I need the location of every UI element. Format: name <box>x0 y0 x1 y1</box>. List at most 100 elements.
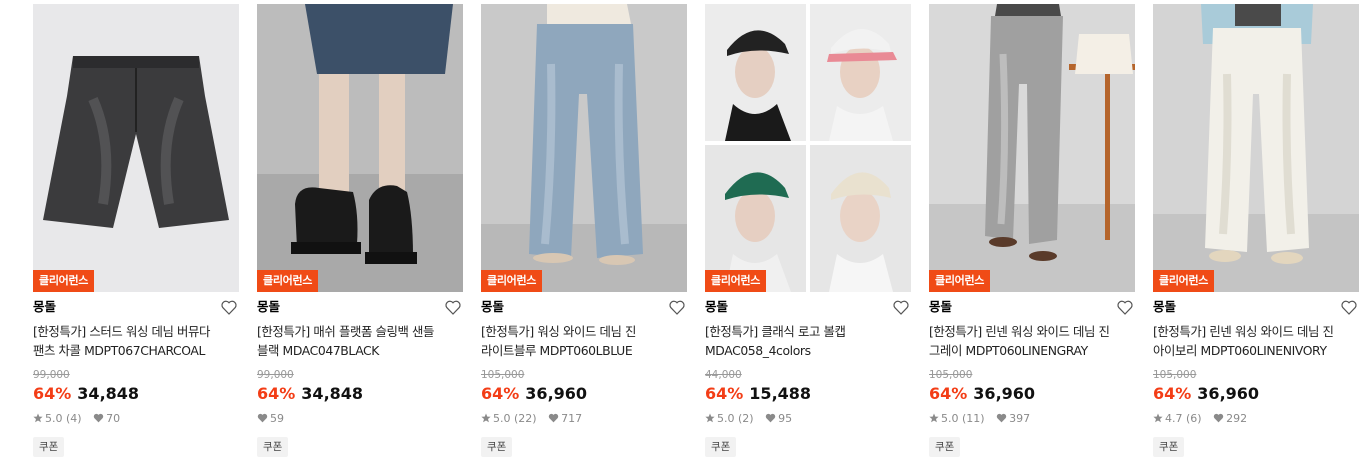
star-icon <box>929 413 939 423</box>
heart-icon[interactable] <box>445 300 461 315</box>
rating: 5.0 (2) <box>717 412 754 425</box>
product-name[interactable]: [한정특가] 매쉬 플랫폼 슬링백 샌들 블랙 MDAC047BLACK <box>257 322 463 360</box>
product-name-line2: 그레이 MDPT060LINENGRAY <box>929 343 1088 358</box>
like-count: 95 <box>778 412 793 425</box>
star-icon <box>1153 413 1163 423</box>
coupon-tag: 쿠폰 <box>705 437 737 457</box>
review-stats: 5.0 (11) 397 <box>929 411 1135 427</box>
review-stats: 4.7 (6) 292 <box>1153 411 1359 427</box>
review-stats: 5.0 (2) 95 <box>705 411 911 427</box>
product-name-line2: 라이트블루 MDPT060LBLUE <box>481 343 633 358</box>
product-image[interactable]: 클리어런스 <box>929 4 1135 292</box>
product-name-line1: [한정특가] 린넨 워싱 와이드 데님 진 <box>929 324 1110 339</box>
original-price: 44,000 <box>705 369 742 381</box>
brand-name[interactable]: 몽돌 <box>481 296 687 318</box>
brand-name[interactable]: 몽돌 <box>1153 296 1359 318</box>
product-name-line1: [한정특가] 린넨 워싱 와이드 데님 진 <box>1153 324 1334 339</box>
rating: 5.0 (22) <box>493 412 537 425</box>
like-count: 397 <box>1009 412 1031 425</box>
heart-icon[interactable] <box>1341 300 1357 315</box>
product-name-line1: [한정특가] 클래식 로고 볼캡 <box>705 324 846 339</box>
product-name[interactable]: [한정특가] 린넨 워싱 와이드 데님 진 아이보리 MDPT060LINENI… <box>1153 322 1359 360</box>
sale-price: 15,488 <box>749 384 812 403</box>
product-image[interactable]: 클리어런스 <box>1153 4 1359 292</box>
brand-name[interactable]: 몽돌 <box>33 296 239 318</box>
heart-icon[interactable] <box>669 300 685 315</box>
heart-filled-icon <box>996 413 1007 423</box>
logo-ball-caps-image <box>705 4 911 292</box>
product-image[interactable]: 클리어런스 <box>257 4 463 292</box>
star-icon <box>705 413 715 423</box>
product-card[interactable]: 클리어런스 몽돌 [한정특가] 매쉬 플랫폼 슬링백 샌들 블랙 MDAC047… <box>257 4 463 457</box>
product-name-line2: MDAC058_4colors <box>705 343 811 358</box>
product-name[interactable]: [한정특가] 스터드 워싱 데님 버뮤다 팬츠 차콜 MDPT067CHARCO… <box>33 322 239 360</box>
star-icon <box>33 413 43 423</box>
coupon-tag: 쿠폰 <box>33 437 65 457</box>
sale-price: 34,848 <box>77 384 140 403</box>
discount-rate: 64% <box>705 384 744 403</box>
product-card[interactable]: 클리어런스 몽돌 [한정특가] 린넨 워싱 와이드 데님 진 그레이 MDPT0… <box>929 4 1135 457</box>
heart-filled-icon <box>93 413 104 423</box>
like-count: 717 <box>561 412 583 425</box>
product-name-line2: 아이보리 MDPT060LINENIVORY <box>1153 343 1327 358</box>
product-name[interactable]: [한정특가] 린넨 워싱 와이드 데님 진 그레이 MDPT060LINENGR… <box>929 322 1135 360</box>
original-price: 99,000 <box>257 369 294 381</box>
product-grid: 클리어런스 몽돌 [한정특가] 스터드 워싱 데님 버뮤다 팬츠 차콜 MDPT… <box>0 0 1370 476</box>
discount-rate: 64% <box>929 384 968 403</box>
coupon-tag: 쿠폰 <box>481 437 513 457</box>
heart-icon[interactable] <box>221 300 237 315</box>
rating: 4.7 (6) <box>1165 412 1202 425</box>
rating: 5.0 (4) <box>45 412 82 425</box>
heart-filled-icon <box>1213 413 1224 423</box>
black-platform-sandals-image <box>257 4 463 292</box>
product-image[interactable]: 클리어런스 <box>481 4 687 292</box>
clearance-badge: 클리어런스 <box>481 270 543 292</box>
sale-price: 36,960 <box>1197 384 1260 403</box>
charcoal-denim-shorts-image <box>33 4 239 292</box>
gray-wide-jeans-image <box>929 4 1135 292</box>
product-card[interactable]: 클리어런스 몽돌 [한정특가] 린넨 워싱 와이드 데님 진 아이보리 MDPT… <box>1153 4 1359 457</box>
clearance-badge: 클리어런스 <box>929 270 991 292</box>
heart-filled-icon <box>257 413 268 423</box>
product-card[interactable]: 클리어런스 몽돌 [한정특가] 스터드 워싱 데님 버뮤다 팬츠 차콜 MDPT… <box>33 4 239 457</box>
discount-rate: 64% <box>33 384 72 403</box>
product-name-line1: [한정특가] 매쉬 플랫폼 슬링백 샌들 <box>257 324 435 339</box>
sale-price: 36,960 <box>525 384 588 403</box>
review-stats: 5.0 (22) 717 <box>481 411 687 427</box>
product-name-line2: 블랙 MDAC047BLACK <box>257 343 380 358</box>
product-image[interactable]: 클리어런스 <box>33 4 239 292</box>
coupon-tag: 쿠폰 <box>929 437 961 457</box>
product-image[interactable]: 클리어런스 <box>705 4 911 292</box>
product-card[interactable]: 클리어런스 몽돌 [한정특가] 워싱 와이드 데님 진 라이트블루 MDPT06… <box>481 4 687 457</box>
coupon-tag: 쿠폰 <box>1153 437 1185 457</box>
brand-name[interactable]: 몽돌 <box>705 296 911 318</box>
heart-filled-icon <box>548 413 559 423</box>
brand-name[interactable]: 몽돌 <box>257 296 463 318</box>
original-price: 99,000 <box>33 369 70 381</box>
product-name-line1: [한정특가] 워싱 와이드 데님 진 <box>481 324 637 339</box>
discount-rate: 64% <box>257 384 296 403</box>
ivory-wide-jeans-image <box>1153 4 1359 292</box>
clearance-badge: 클리어런스 <box>1153 270 1215 292</box>
original-price: 105,000 <box>481 369 525 381</box>
heart-filled-icon <box>765 413 776 423</box>
heart-icon[interactable] <box>1117 300 1133 315</box>
rating: 5.0 (11) <box>941 412 985 425</box>
product-card[interactable]: 클리어런스 몽돌 [한정특가] 클래식 로고 볼캡 MDAC058_4color… <box>705 4 911 457</box>
like-count: 70 <box>106 412 121 425</box>
coupon-tag: 쿠폰 <box>257 437 289 457</box>
original-price: 105,000 <box>1153 369 1197 381</box>
product-name[interactable]: [한정특가] 클래식 로고 볼캡 MDAC058_4colors <box>705 322 911 360</box>
product-name-line1: [한정특가] 스터드 워싱 데님 버뮤다 <box>33 324 211 339</box>
like-count: 59 <box>270 412 284 425</box>
brand-name[interactable]: 몽돌 <box>929 296 1135 318</box>
clearance-badge: 클리어런스 <box>705 270 767 292</box>
product-name[interactable]: [한정특가] 워싱 와이드 데님 진 라이트블루 MDPT060LBLUE <box>481 322 687 360</box>
original-price: 105,000 <box>929 369 973 381</box>
discount-rate: 64% <box>481 384 520 403</box>
like-count: 292 <box>1226 412 1248 425</box>
heart-icon[interactable] <box>893 300 909 315</box>
clearance-badge: 클리어런스 <box>257 270 319 292</box>
discount-rate: 64% <box>1153 384 1192 403</box>
review-stats: 59 <box>257 411 463 427</box>
